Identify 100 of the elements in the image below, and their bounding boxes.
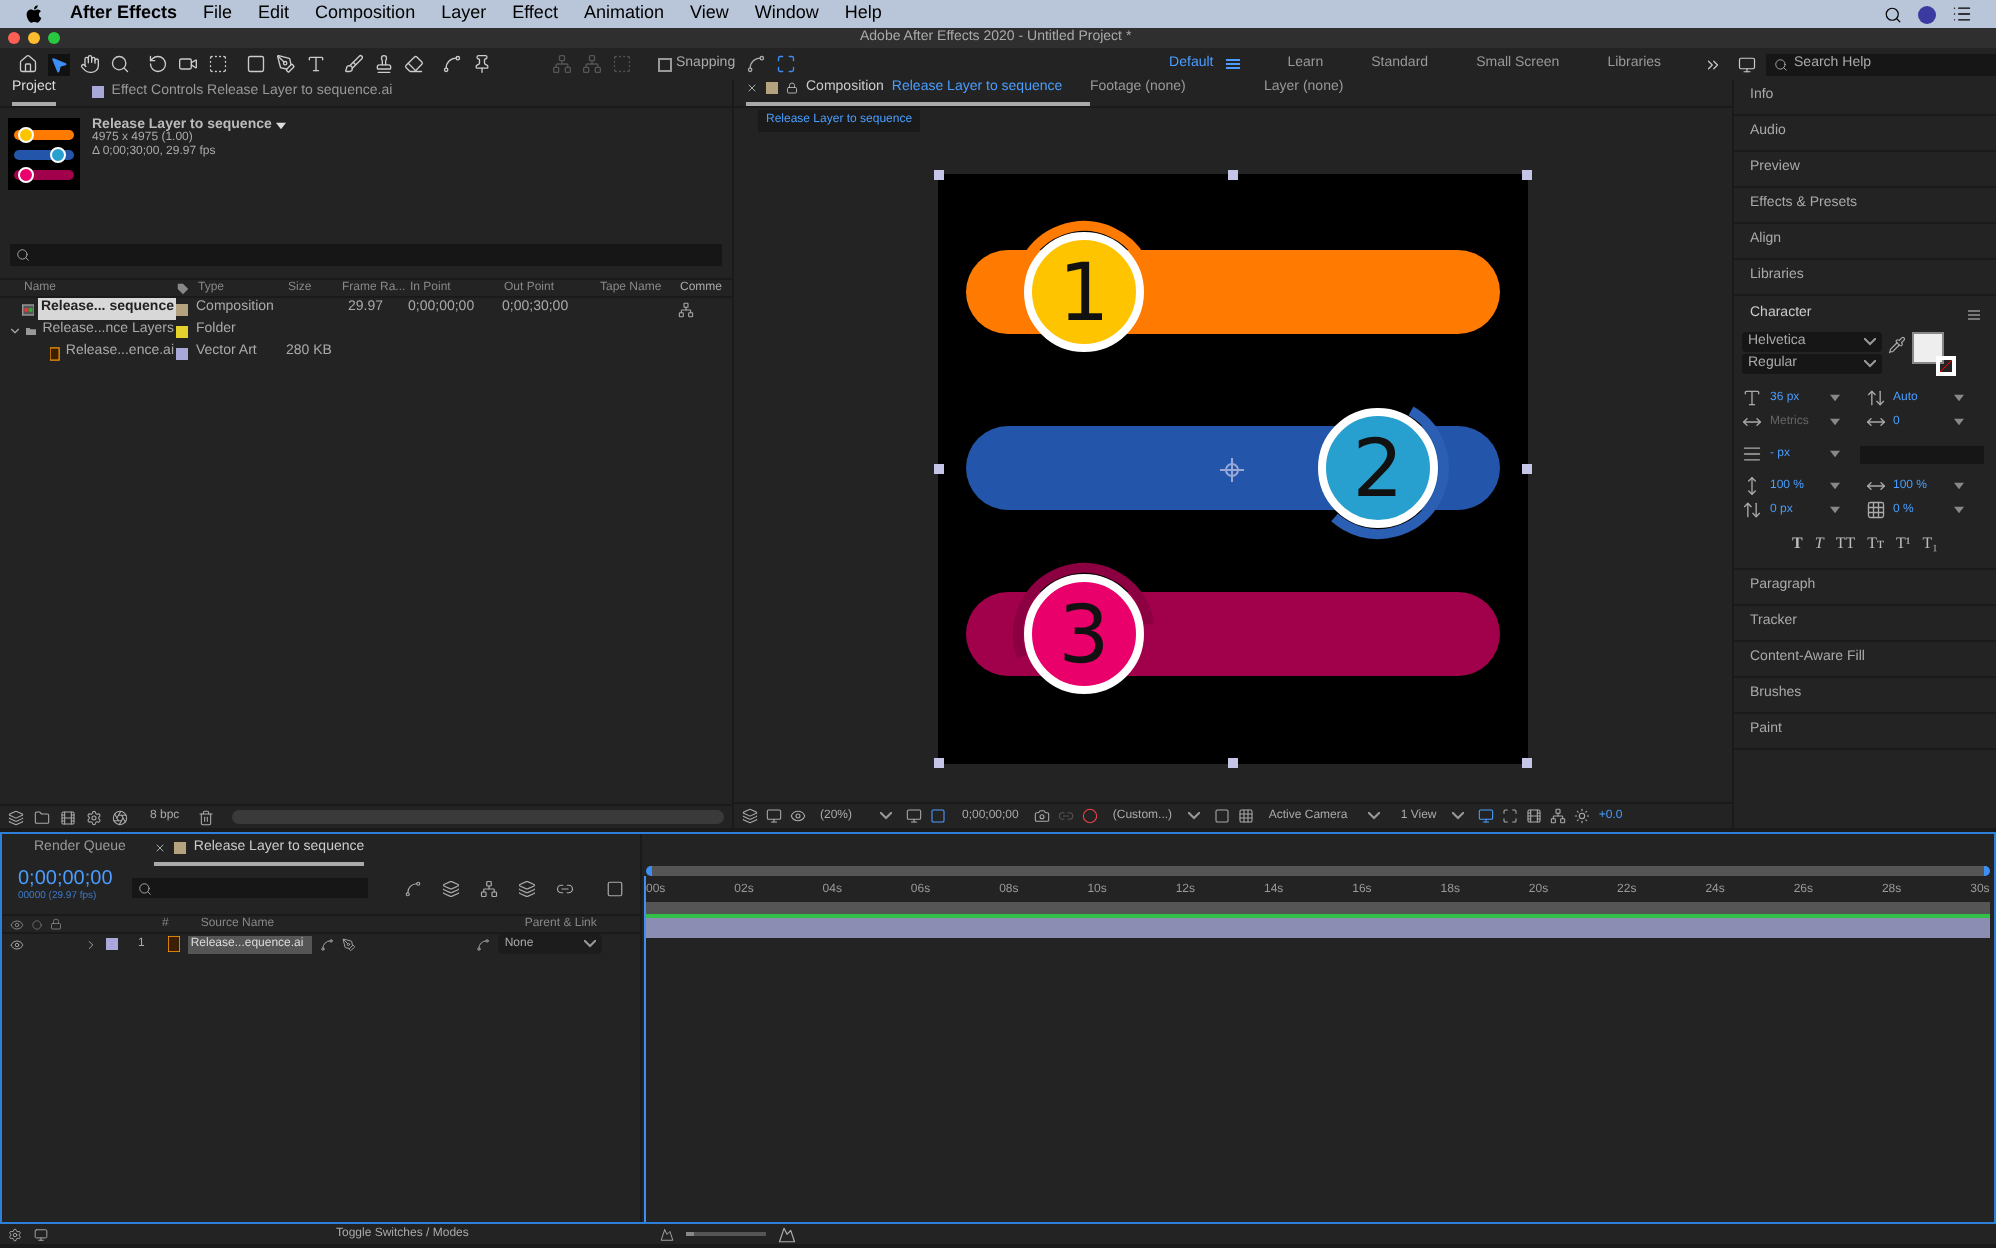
rectangle-icon[interactable] — [246, 54, 266, 74]
menu-item[interactable]: File — [203, 0, 233, 28]
label-color-swatch[interactable] — [176, 347, 188, 359]
flowchart-icon[interactable] — [678, 301, 694, 317]
hand-icon[interactable] — [80, 54, 100, 74]
search-icon[interactable] — [1774, 57, 1789, 71]
menu-item[interactable]: Layer — [441, 0, 487, 28]
stroke-width-icon — [1742, 444, 1762, 464]
pin-icon[interactable] — [472, 54, 492, 74]
text-style-button[interactable]: T — [1814, 532, 1824, 556]
lock-icon[interactable] — [50, 918, 62, 930]
layer-search-field[interactable] — [132, 878, 368, 898]
resize-handle[interactable] — [1522, 758, 1532, 768]
trash-icon[interactable] — [197, 809, 214, 825]
expand-icon[interactable] — [775, 54, 796, 74]
minimize-window-button[interactable] — [28, 32, 40, 44]
eraser-icon[interactable] — [404, 54, 424, 74]
text-style-button[interactable]: T — [1792, 532, 1803, 556]
grid-icon[interactable] — [1238, 808, 1255, 824]
rotate-icon[interactable] — [148, 54, 168, 74]
menu-item[interactable]: Edit — [258, 0, 290, 28]
search-icon[interactable] — [1884, 5, 1902, 23]
text-style-button[interactable]: TT — [1835, 532, 1856, 556]
text-style-button[interactable]: T¹ — [1895, 532, 1911, 556]
dropdown-arrow-icon[interactable] — [1830, 418, 1840, 426]
resize-handle[interactable] — [934, 464, 944, 474]
dropdown-arrow-icon[interactable] — [1953, 482, 1963, 490]
app-menu[interactable]: After Effects — [70, 0, 178, 28]
brush-icon[interactable] — [344, 54, 364, 74]
resize-handle[interactable] — [1228, 758, 1238, 768]
eyedropper-icon[interactable] — [1888, 336, 1906, 354]
close-window-button[interactable] — [8, 32, 20, 44]
tsume-icon — [1865, 500, 1885, 520]
fill-stroke-swatches[interactable] — [1912, 332, 1956, 376]
label-color-swatch — [766, 81, 778, 94]
zoom-tool-icon[interactable] — [110, 54, 130, 74]
menu-item[interactable]: Composition — [315, 0, 416, 28]
new-folder-icon[interactable] — [34, 809, 50, 825]
snapshot-icon[interactable] — [1034, 808, 1051, 824]
menu-item[interactable]: Animation — [583, 0, 664, 28]
workspace-icon[interactable] — [1738, 55, 1757, 73]
caret-icon[interactable] — [275, 121, 286, 129]
settings-icon[interactable] — [8, 1227, 22, 1241]
horizontal-scale-icon — [1865, 476, 1885, 496]
caret-icon — [584, 940, 597, 948]
type-icon[interactable] — [306, 54, 326, 74]
close-icon[interactable] — [746, 81, 758, 94]
text-style-button[interactable]: T₁ — [1922, 532, 1938, 556]
anchor-point-icon[interactable] — [1219, 457, 1245, 483]
dropdown-arrow-icon[interactable] — [1953, 506, 1963, 514]
apple-icon[interactable] — [24, 4, 44, 24]
monitor-icon[interactable] — [34, 1227, 48, 1241]
dropdown-arrow-icon[interactable] — [1830, 482, 1840, 490]
resize-handle[interactable] — [1522, 170, 1532, 180]
tag-icon[interactable] — [176, 282, 190, 296]
menu-item[interactable]: Effect — [512, 0, 558, 28]
lock-icon[interactable] — [786, 81, 798, 94]
label-color-swatch[interactable] — [106, 938, 118, 950]
search-icon[interactable] — [16, 248, 30, 262]
camera-icon[interactable] — [178, 54, 198, 74]
pen-icon[interactable] — [276, 54, 296, 74]
dropdown-arrow-icon[interactable] — [1830, 394, 1840, 402]
resize-handle[interactable] — [934, 758, 944, 768]
text-style-button[interactable]: Tт — [1867, 532, 1884, 556]
monitor-icon[interactable] — [766, 808, 782, 824]
zoom-window-button[interactable] — [48, 32, 60, 44]
home-icon[interactable] — [18, 54, 38, 74]
list-icon[interactable] — [1952, 4, 1972, 24]
resize-handle[interactable] — [1228, 170, 1238, 180]
resize-handle[interactable] — [1522, 464, 1532, 474]
new-composition-icon[interactable] — [60, 809, 76, 825]
dropdown-arrow-icon[interactable] — [1830, 506, 1840, 514]
dropdown-arrow-icon[interactable] — [1830, 450, 1840, 458]
close-icon[interactable] — [153, 841, 166, 854]
selection-tool[interactable] — [48, 53, 70, 75]
visibility-icon[interactable] — [10, 937, 24, 951]
menu-item[interactable]: Help — [844, 0, 882, 28]
dropdown-arrow-icon[interactable] — [1953, 418, 1963, 426]
current-time[interactable]: 0;00;00;00 — [18, 872, 113, 888]
stamp-icon[interactable] — [374, 54, 394, 74]
panel-menu-icon[interactable] — [1968, 309, 1980, 319]
label-color-swatch[interactable] — [176, 325, 188, 337]
menu-item[interactable]: View — [689, 0, 729, 28]
pan-behind-icon[interactable] — [208, 54, 228, 74]
project-search-field[interactable] — [10, 244, 722, 266]
dropdown-arrow-icon[interactable] — [1953, 394, 1963, 402]
visibility-icon[interactable] — [10, 917, 24, 931]
label-color-swatch[interactable] — [176, 303, 188, 315]
caret-icon — [1188, 812, 1201, 820]
project-settings-icon[interactable] — [86, 809, 102, 825]
resize-handle[interactable] — [934, 170, 944, 180]
work-area-bar[interactable] — [646, 902, 1990, 918]
user-avatar[interactable] — [1918, 5, 1936, 23]
exposure-icon[interactable] — [1574, 808, 1591, 824]
font-size-icon — [1742, 388, 1762, 408]
menu-icon[interactable] — [1225, 58, 1240, 70]
menu-item[interactable]: Window — [754, 0, 819, 28]
flowchart-icon[interactable] — [1550, 808, 1567, 824]
more-workspaces-icon[interactable] — [1704, 55, 1723, 73]
search-icon[interactable] — [138, 881, 153, 895]
